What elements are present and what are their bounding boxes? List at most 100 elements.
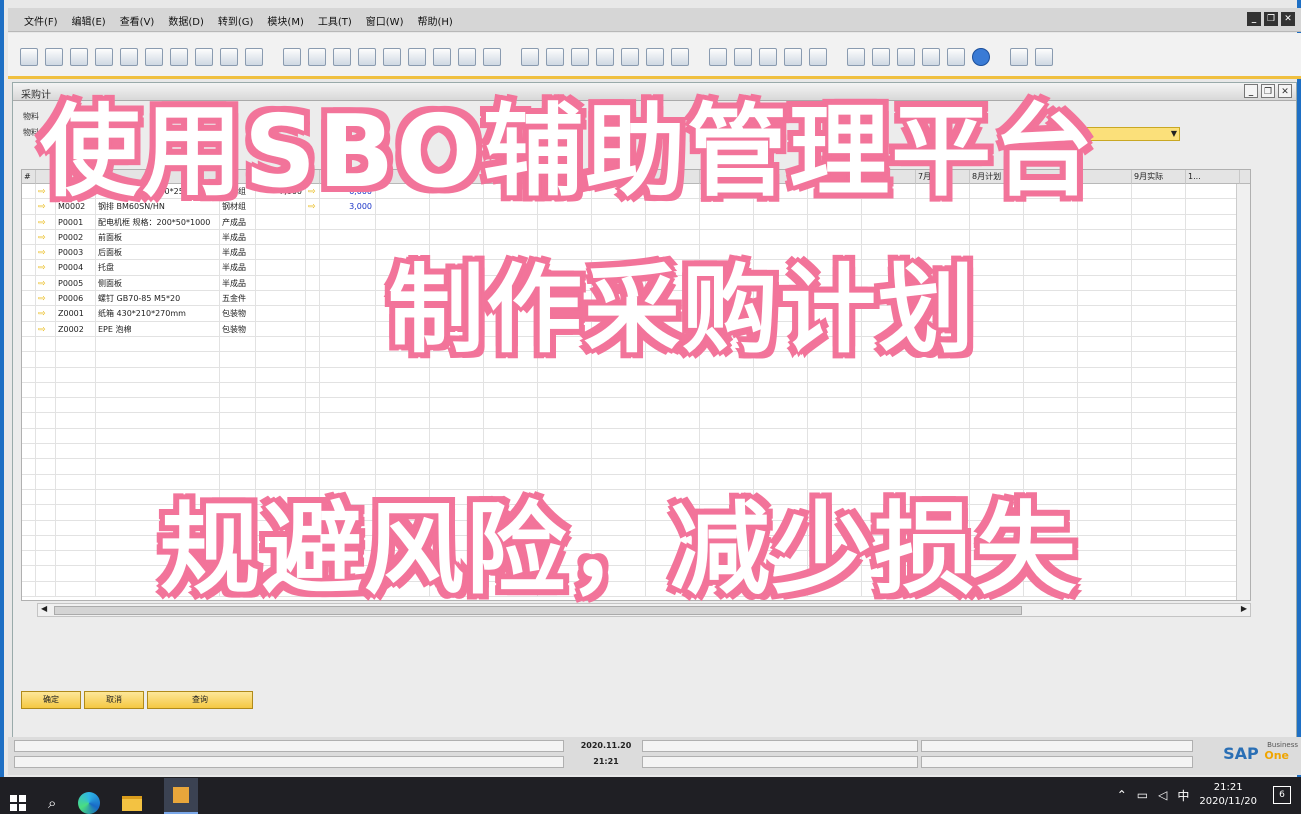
org-chart-icon[interactable] <box>922 48 940 66</box>
grid-cell[interactable] <box>22 260 36 276</box>
item-description[interactable]: 纸箱 430*210*270mm <box>96 306 220 322</box>
grid-cell[interactable] <box>22 428 36 445</box>
grid-cell[interactable] <box>646 382 700 399</box>
network-icon[interactable]: ▭ <box>1137 788 1148 802</box>
grid-cell[interactable] <box>320 367 376 383</box>
grid-cell[interactable] <box>22 444 36 460</box>
grid-cell[interactable] <box>1186 444 1240 460</box>
grid-cell[interactable] <box>592 444 646 460</box>
grid-cell[interactable] <box>1024 306 1078 322</box>
grid-cell[interactable] <box>1132 291 1186 307</box>
grid-cell[interactable] <box>56 413 96 429</box>
grid-cell[interactable] <box>22 199 36 215</box>
refresh-icon[interactable] <box>433 48 451 66</box>
grid-cell[interactable] <box>22 581 36 598</box>
actual-qty[interactable] <box>320 260 376 276</box>
grid-cell[interactable] <box>1132 352 1186 368</box>
item-code[interactable]: P0004 <box>56 260 96 276</box>
base-document-icon[interactable] <box>521 48 539 66</box>
grid-cell[interactable] <box>56 566 96 582</box>
grid-cell[interactable] <box>592 428 646 445</box>
grid-cell[interactable] <box>22 367 36 383</box>
item-code[interactable]: P0003 <box>56 245 96 261</box>
grid-cell[interactable] <box>56 459 96 475</box>
grid-cell[interactable] <box>1024 336 1078 353</box>
grid-cell[interactable] <box>256 413 306 429</box>
column-header[interactable]: # <box>22 170 36 184</box>
actual-qty[interactable] <box>320 321 376 337</box>
grid-cell[interactable] <box>1078 229 1132 246</box>
menu-item[interactable]: 编辑(E) <box>72 13 106 28</box>
grid-cell[interactable] <box>754 382 808 399</box>
item-group[interactable]: 五金件 <box>220 291 256 307</box>
menu-item[interactable]: 文件(F) <box>24 13 58 28</box>
grid-cell[interactable] <box>36 352 56 368</box>
next-record-icon[interactable] <box>383 48 401 66</box>
grid-cell[interactable] <box>36 444 56 460</box>
link-arrow-icon[interactable]: ⇨ <box>38 263 46 273</box>
grid-cell[interactable] <box>1186 505 1240 521</box>
grid-cell[interactable] <box>1078 551 1132 567</box>
grid-cell[interactable] <box>916 413 970 429</box>
grid-cell[interactable] <box>430 428 484 445</box>
actual-qty[interactable] <box>320 214 376 230</box>
grid-cell[interactable] <box>970 367 1024 383</box>
grid-cell[interactable] <box>1078 382 1132 399</box>
grid-cell[interactable] <box>1186 459 1240 475</box>
grid-cell[interactable] <box>96 367 220 383</box>
actual-qty[interactable] <box>320 291 376 307</box>
grid-cell[interactable] <box>306 321 320 337</box>
grid-cell[interactable] <box>646 214 700 230</box>
grid-cell[interactable] <box>970 352 1024 368</box>
item-code[interactable]: P0002 <box>56 229 96 246</box>
grid-cell[interactable] <box>220 367 256 383</box>
email-icon[interactable] <box>70 48 88 66</box>
close-icon[interactable]: ✕ <box>1278 84 1292 98</box>
grid-cell[interactable] <box>1078 275 1132 292</box>
grid-cell[interactable] <box>306 245 320 261</box>
grid-cell[interactable] <box>1186 275 1240 292</box>
chart-icon[interactable] <box>621 48 639 66</box>
grid-cell[interactable] <box>56 505 96 521</box>
grid-cell[interactable] <box>1186 581 1240 598</box>
grid-cell[interactable] <box>1024 245 1078 261</box>
link-arrow-icon[interactable]: ⇨ <box>38 309 46 319</box>
grid-cell[interactable] <box>1078 398 1132 414</box>
grid-cell[interactable] <box>306 336 320 353</box>
grid-cell[interactable] <box>970 428 1024 445</box>
clock[interactable]: 21:21 2020/11/20 <box>1199 781 1257 809</box>
grid-cell[interactable] <box>754 444 808 460</box>
grid-cell[interactable] <box>916 398 970 414</box>
grid-cell[interactable] <box>22 566 36 582</box>
grid-cell[interactable] <box>484 413 538 429</box>
grid-cell[interactable] <box>96 444 220 460</box>
grid-cell[interactable] <box>430 382 484 399</box>
menu-item[interactable]: 帮助(H) <box>417 13 452 28</box>
notification-icon[interactable]: 6 <box>1273 786 1291 804</box>
link-arrow-icon[interactable]: ⇨ <box>38 325 46 335</box>
grid-cell[interactable] <box>592 382 646 399</box>
menu-item[interactable]: 模块(M) <box>267 13 303 28</box>
grid-cell[interactable] <box>22 352 36 368</box>
grid-cell[interactable] <box>1024 382 1078 399</box>
grid-cell[interactable] <box>256 352 306 368</box>
scroll-left-icon[interactable]: ◀ <box>41 604 47 613</box>
new-doc-icon[interactable] <box>734 48 752 66</box>
item-description[interactable]: 托盘 <box>96 260 220 276</box>
grid-cell[interactable] <box>1132 398 1186 414</box>
grid-cell[interactable] <box>1132 275 1186 292</box>
ok-button[interactable]: 确定 <box>21 691 81 709</box>
grid-cell[interactable] <box>646 428 700 445</box>
grid-cell[interactable] <box>808 214 862 230</box>
grid-cell[interactable] <box>320 444 376 460</box>
grid-cell[interactable] <box>700 413 754 429</box>
grid-cell[interactable]: ⇨ <box>36 321 56 337</box>
grid-cell[interactable] <box>1132 444 1186 460</box>
grid-cell[interactable] <box>1024 444 1078 460</box>
grid-cell[interactable] <box>320 398 376 414</box>
grid-cell[interactable] <box>1132 214 1186 230</box>
grid-cell[interactable] <box>306 260 320 276</box>
grid-cell[interactable] <box>1132 489 1186 506</box>
plan-qty[interactable] <box>256 245 306 261</box>
grid-cell[interactable] <box>862 382 916 399</box>
